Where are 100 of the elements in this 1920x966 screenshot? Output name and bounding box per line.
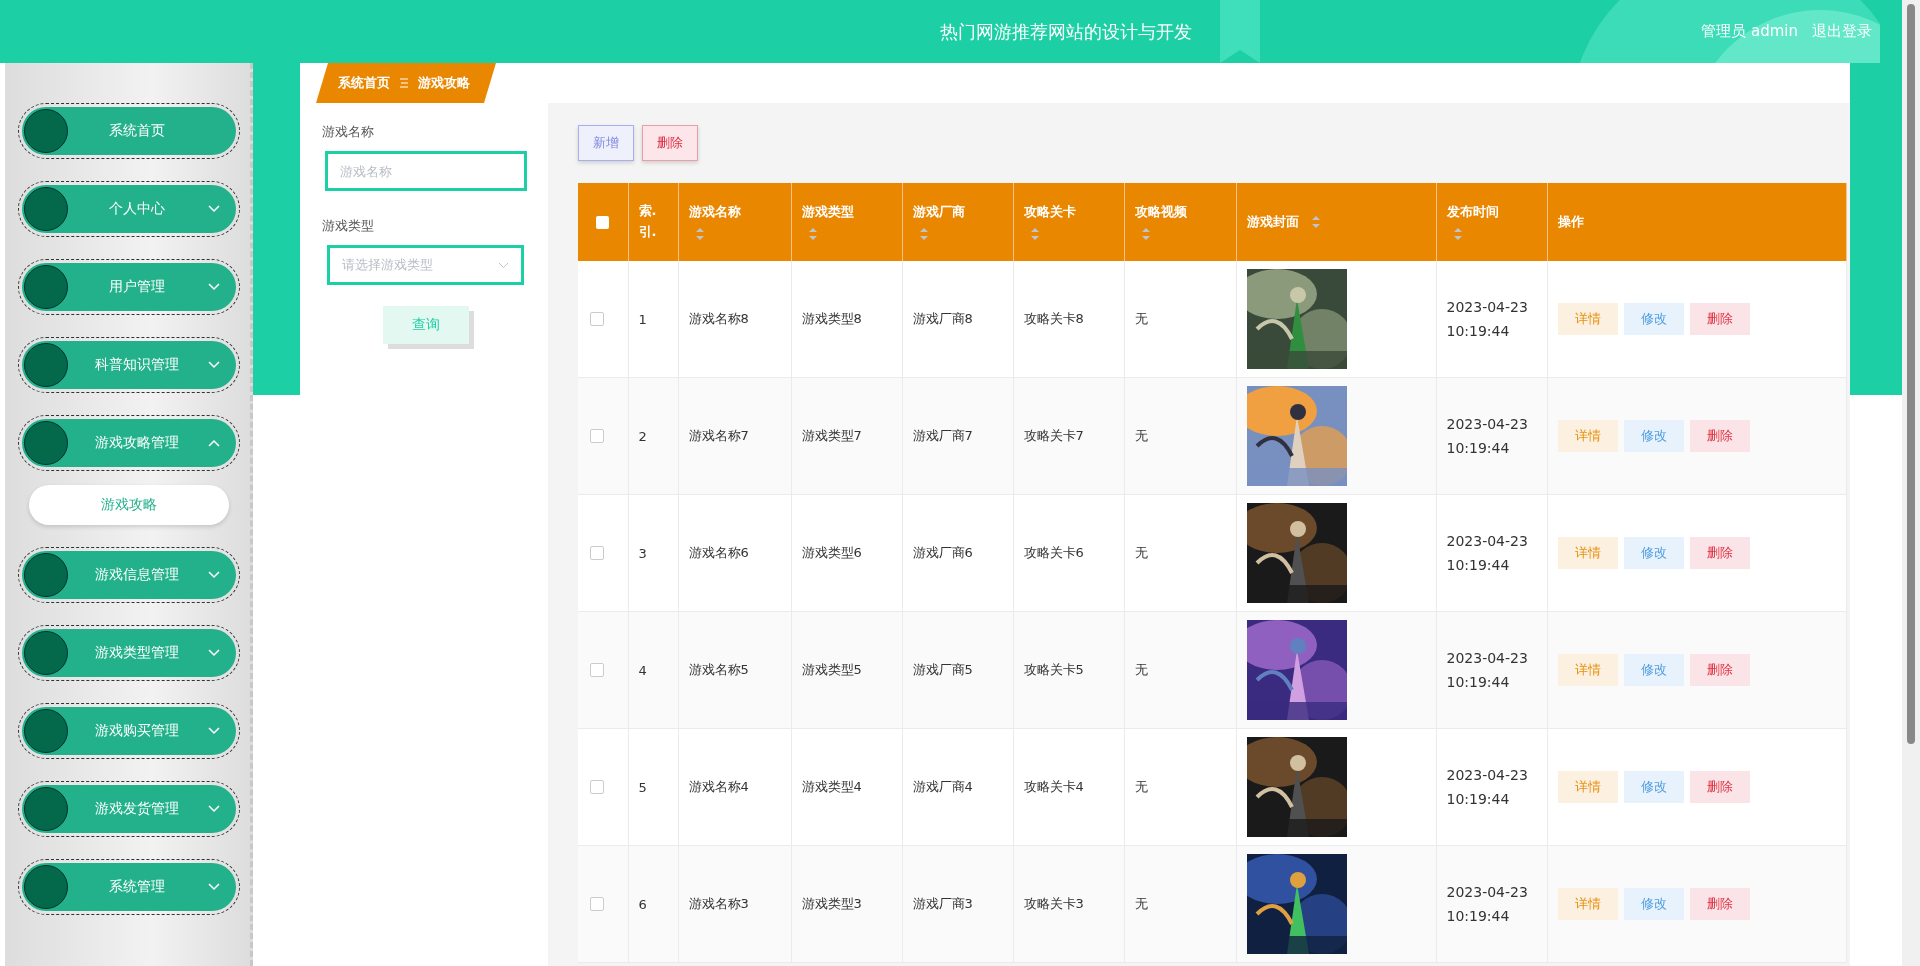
table-cell: 无 — [1134, 428, 1148, 443]
table-cell: 无 — [1134, 545, 1148, 560]
submenu-item[interactable]: 游戏攻略 — [29, 485, 229, 525]
table-cell: 游戏厂商5 — [912, 662, 973, 677]
table-cell: 攻略关卡6 — [1023, 545, 1084, 560]
table-cell: 游戏名称5 — [688, 662, 749, 677]
menu-item[interactable]: 系统管理 — [22, 863, 236, 911]
menu-item[interactable]: 科普知识管理 — [22, 341, 236, 389]
select-field[interactable]: 请选择游戏类型 — [327, 245, 524, 285]
table-cell: 攻略关卡3 — [1023, 896, 1084, 911]
menu-item[interactable]: 游戏攻略管理 — [22, 419, 236, 467]
logout-link[interactable]: 退出登录 — [1812, 22, 1872, 41]
table-cell: 攻略关卡5 — [1023, 662, 1084, 677]
detail-button[interactable]: 详情 — [1557, 888, 1618, 920]
chevron-icon — [498, 261, 509, 269]
sort-icon[interactable] — [694, 227, 705, 241]
detail-button[interactable]: 详情 — [1557, 537, 1618, 569]
sort-icon[interactable] — [1029, 227, 1040, 241]
sort-icon[interactable] — [807, 227, 818, 241]
row-checkbox[interactable] — [590, 546, 604, 560]
table-cell: 游戏类型4 — [801, 779, 862, 794]
detail-button[interactable]: 详情 — [1557, 420, 1618, 452]
table-cell: 4 — [638, 662, 647, 678]
row-checkbox[interactable] — [590, 312, 604, 326]
column-header[interactable]: 攻略关卡 — [1023, 203, 1114, 221]
select-all-checkbox[interactable] — [596, 215, 609, 229]
edit-button[interactable]: 修改 — [1623, 303, 1684, 335]
column-header[interactable]: 发布时间 — [1446, 203, 1537, 221]
menu-item[interactable]: 游戏类型管理 — [22, 629, 236, 677]
menu-item[interactable]: 游戏发货管理 — [22, 785, 236, 833]
table-cell: 2 — [638, 428, 647, 444]
table-cell: 游戏厂商3 — [912, 896, 973, 911]
delete-button[interactable]: 删除 — [642, 125, 698, 161]
delete-button[interactable]: 删除 — [1689, 420, 1750, 452]
table-cell: 无 — [1134, 311, 1148, 326]
column-header[interactable]: 游戏厂商 — [912, 203, 1003, 221]
row-checkbox[interactable] — [590, 663, 604, 677]
delete-button[interactable]: 删除 — [1689, 654, 1750, 686]
column-header[interactable]: 游戏封面 — [1246, 213, 1299, 231]
delete-button[interactable]: 删除 — [1689, 888, 1750, 920]
date-cell: 2023-04-23 10:19:44 — [1446, 884, 1528, 924]
date-cell: 2023-04-23 10:19:44 — [1446, 767, 1528, 807]
edit-button[interactable]: 修改 — [1623, 771, 1684, 803]
table-cell: 游戏类型5 — [801, 662, 862, 677]
menu-item[interactable]: 用户管理 — [22, 263, 236, 311]
table-cell: 游戏名称4 — [688, 779, 749, 794]
detail-button[interactable]: 详情 — [1557, 654, 1618, 686]
edit-button[interactable]: 修改 — [1623, 537, 1684, 569]
table-cell: 攻略关卡8 — [1023, 311, 1084, 326]
table-cell: 无 — [1134, 779, 1148, 794]
filter-label: 游戏名称 — [322, 123, 374, 141]
table-cell: 游戏名称8 — [688, 311, 749, 326]
menu-item[interactable]: 系统首页 — [22, 107, 236, 155]
search-field[interactable]: 游戏名称 — [325, 151, 527, 191]
user-label: 管理员 admin — [1701, 22, 1798, 41]
table-cell: 无 — [1134, 662, 1148, 677]
edit-button[interactable]: 修改 — [1623, 654, 1684, 686]
breadcrumb-item[interactable]: 游戏攻略 — [418, 74, 470, 92]
sort-icon[interactable] — [1452, 227, 1463, 241]
separator-icon — [400, 78, 408, 88]
breadcrumb-item[interactable]: 系统首页 — [338, 74, 390, 92]
detail-button[interactable]: 详情 — [1557, 303, 1618, 335]
table-cell: 游戏厂商6 — [912, 545, 973, 560]
table-cell: 6 — [638, 896, 647, 912]
detail-button[interactable]: 详情 — [1557, 771, 1618, 803]
table-cell: 游戏厂商7 — [912, 428, 973, 443]
date-cell: 2023-04-23 10:19:44 — [1446, 650, 1528, 690]
column-header[interactable]: 游戏名称 — [688, 203, 781, 221]
table-cell: 无 — [1134, 896, 1148, 911]
row-checkbox[interactable] — [590, 429, 604, 443]
delete-button[interactable]: 删除 — [1689, 771, 1750, 803]
table-cell: 游戏类型3 — [801, 896, 862, 911]
column-header[interactable]: 游戏类型 — [801, 203, 892, 221]
filter-label: 游戏类型 — [322, 217, 374, 235]
edit-button[interactable]: 修改 — [1623, 420, 1684, 452]
date-cell: 2023-04-23 10:19:44 — [1446, 416, 1528, 456]
delete-button[interactable]: 删除 — [1689, 537, 1750, 569]
table-cell: 游戏类型8 — [801, 311, 862, 326]
row-checkbox[interactable] — [590, 897, 604, 911]
date-cell: 2023-04-23 10:19:44 — [1446, 299, 1528, 339]
table-cell: 游戏厂商8 — [912, 311, 973, 326]
table-cell: 1 — [638, 311, 647, 327]
sort-icon[interactable] — [1310, 215, 1321, 229]
table-cell: 3 — [638, 545, 647, 561]
date-cell: 2023-04-23 10:19:44 — [1446, 533, 1528, 573]
menu-item[interactable]: 游戏信息管理 — [22, 551, 236, 599]
add-button[interactable]: 新增 — [578, 125, 634, 161]
table-cell: 游戏名称7 — [688, 428, 749, 443]
edit-button[interactable]: 修改 — [1623, 888, 1684, 920]
sort-icon[interactable] — [1140, 227, 1151, 241]
table-cell: 5 — [638, 779, 647, 795]
column-header[interactable]: 攻略视频 — [1134, 203, 1226, 221]
scrollbar[interactable] — [1902, 0, 1920, 966]
site-title: 热门网游推荐网站的设计与开发 — [940, 19, 1192, 44]
menu-item[interactable]: 游戏购买管理 — [22, 707, 236, 755]
menu-item[interactable]: 个人中心 — [22, 185, 236, 233]
row-checkbox[interactable] — [590, 780, 604, 794]
delete-button[interactable]: 删除 — [1689, 303, 1750, 335]
sort-icon[interactable] — [918, 227, 929, 241]
table-cell: 游戏类型6 — [801, 545, 862, 560]
